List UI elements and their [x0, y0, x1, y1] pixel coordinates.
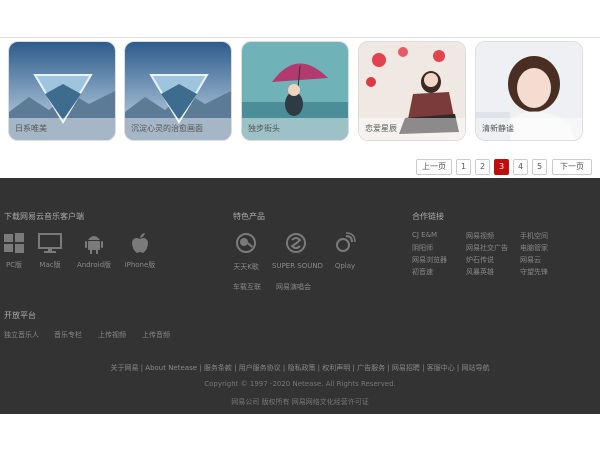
card-item[interactable]: 恋爱星辰: [358, 41, 466, 141]
site-footer: 下载网易云音乐客户端 PC版 Mac版 Android版 iPhone版 特色产…: [0, 178, 600, 414]
partner-link[interactable]: 初音速: [412, 267, 433, 277]
platform-pc[interactable]: PC版: [0, 232, 32, 270]
karaoke-icon: [236, 233, 256, 253]
product-label: 天天K歌: [233, 263, 259, 271]
qplay-icon: [336, 232, 356, 252]
card-caption: 清新静谧: [482, 124, 514, 133]
next-page-button[interactable]: 下一页: [552, 159, 592, 175]
platform-label: PC版: [5, 261, 23, 269]
open-platform-heading: 开放平台: [4, 311, 36, 320]
apple-icon: [132, 233, 148, 253]
download-heading: 下载网易云音乐客户端: [4, 212, 84, 221]
platform-label: iPhone版: [124, 261, 156, 269]
partner-link[interactable]: 网易视频: [466, 231, 494, 241]
products-heading: 特色产品: [233, 212, 265, 221]
card-caption: 日系唯美: [15, 124, 47, 133]
pagination: 上一页 1 2 3 4 5 下一页: [416, 159, 592, 175]
platform-iphone[interactable]: iPhone版: [122, 232, 158, 270]
partner-link[interactable]: 手机空间: [520, 231, 548, 241]
product-link-car[interactable]: 车载互联: [233, 282, 261, 292]
card-caption: 独步街头: [248, 124, 280, 133]
prev-page-button[interactable]: 上一页: [416, 159, 452, 175]
footer-nav-links[interactable]: 关于网易 | About Netease | 服务条款 | 用户服务协议 | 隐…: [0, 363, 600, 373]
open-link[interactable]: 上传音频: [142, 330, 170, 340]
platform-android[interactable]: Android版: [76, 232, 112, 270]
platform-label: Android版: [76, 261, 112, 269]
page-button-4[interactable]: 4: [513, 159, 528, 175]
card-caption: 恋爱星辰: [365, 124, 397, 133]
page-button-1[interactable]: 1: [456, 159, 471, 175]
page-button-2[interactable]: 2: [475, 159, 490, 175]
open-link[interactable]: 上传视频: [98, 330, 126, 340]
product-karaoke[interactable]: 天天K歌: [233, 232, 259, 272]
partner-link[interactable]: 风暴英雄: [466, 267, 494, 277]
page-button-3-active[interactable]: 3: [494, 159, 509, 175]
partner-link[interactable]: 守望先锋: [520, 267, 548, 277]
windows-icon: [4, 233, 24, 253]
monitor-icon: [38, 233, 62, 253]
android-icon: [85, 236, 103, 254]
partners-heading: 合作链接: [412, 212, 444, 221]
license-text: 网易公司 版权所有 网易网络文化经营许可证: [231, 398, 369, 406]
partner-link[interactable]: 阴阳师: [412, 243, 433, 253]
card-row: 日系唯美 沉淀心灵的治愈画面 独步街头 恋爱星辰 清新静谧: [8, 41, 600, 141]
open-link[interactable]: 独立音乐人: [4, 330, 39, 340]
top-divider: [0, 37, 600, 38]
supersound-icon: [286, 233, 306, 253]
partner-link[interactable]: CJ E&M: [412, 231, 437, 239]
product-label: SUPER SOUND: [272, 262, 324, 270]
product-supersound[interactable]: SUPER SOUND: [272, 232, 324, 270]
partner-link[interactable]: 电脑管家: [520, 243, 548, 253]
partner-link[interactable]: 网易社交广告: [466, 243, 508, 253]
partner-link[interactable]: 网易云: [520, 255, 541, 265]
card-item[interactable]: 清新静谧: [475, 41, 583, 141]
product-label: Qplay: [334, 262, 356, 270]
partner-link[interactable]: 炉石传说: [466, 255, 494, 265]
card-item[interactable]: 独步街头: [241, 41, 349, 141]
open-link[interactable]: 音乐专栏: [54, 330, 82, 340]
card-item[interactable]: 沉淀心灵的治愈画面: [124, 41, 232, 141]
card-item[interactable]: 日系唯美: [8, 41, 116, 141]
copyright-text: Copyright © 1997 -2020 Netease. All Righ…: [204, 380, 396, 388]
partner-link[interactable]: 网易浏览器: [412, 255, 447, 265]
platform-mac[interactable]: Mac版: [32, 232, 68, 270]
page-button-5[interactable]: 5: [532, 159, 547, 175]
platform-label: Mac版: [39, 261, 61, 269]
card-caption: 沉淀心灵的治愈画面: [131, 124, 203, 133]
product-link-concert[interactable]: 网易演唱会: [276, 282, 311, 292]
product-qplay[interactable]: Qplay: [333, 232, 357, 270]
